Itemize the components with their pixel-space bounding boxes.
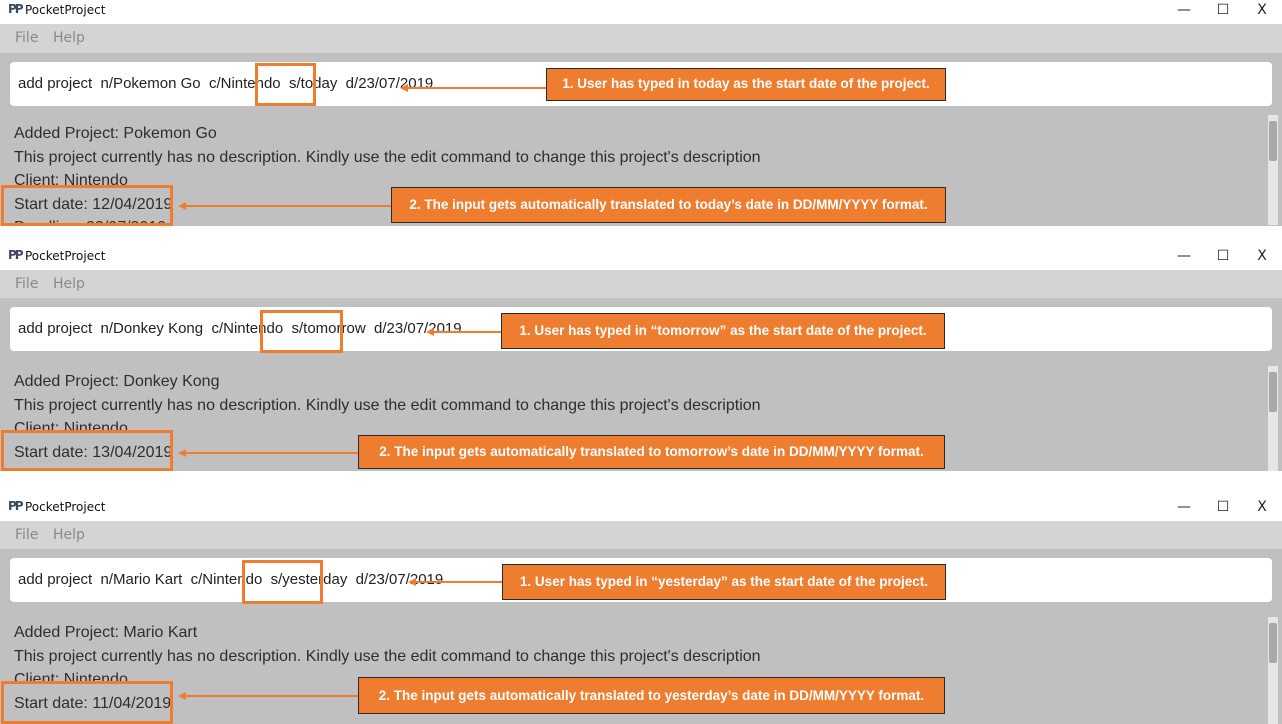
- menu-help[interactable]: Help: [53, 276, 85, 292]
- scrollbar-thumb[interactable]: [1269, 372, 1277, 412]
- command-input[interactable]: add project n/Mario Kart c/Nintendo s/ye…: [18, 571, 443, 588]
- menu-bar: File Help: [0, 270, 1282, 299]
- arrow-line: [184, 205, 391, 207]
- maximize-button[interactable]: ☐: [1203, 497, 1243, 519]
- title-bar: PP PocketProject — ☐ X: [0, 246, 1282, 270]
- menu-help[interactable]: Help: [53, 527, 85, 543]
- minimize-button[interactable]: —: [1164, 0, 1204, 22]
- arrow-line: [406, 87, 546, 89]
- result-scrollbar[interactable]: [1268, 366, 1278, 471]
- highlight-start-date: [1, 681, 173, 724]
- highlight-start-input: [255, 63, 316, 106]
- app-title: PocketProject: [25, 249, 106, 263]
- command-input[interactable]: add project n/Pokemon Go c/Nintendo s/to…: [18, 75, 433, 92]
- arrow-line: [414, 581, 502, 583]
- scrollbar-thumb[interactable]: [1269, 623, 1277, 663]
- callout-step-1: 1. User has typed in “tomorrow” as the s…: [501, 313, 945, 349]
- close-button[interactable]: X: [1242, 0, 1282, 22]
- maximize-button[interactable]: ☐: [1203, 246, 1243, 268]
- callout-step-2: 2. The input gets automatically translat…: [358, 677, 945, 714]
- app-window-2: PP PocketProject — ☐ X File Help add pro…: [0, 246, 1282, 471]
- highlight-start-date: [1, 185, 173, 226]
- result-line: Added Project: Mario Kart: [14, 624, 198, 641]
- result-scrollbar[interactable]: [1268, 115, 1278, 225]
- menu-file[interactable]: File: [15, 527, 38, 543]
- menu-file[interactable]: File: [15, 276, 38, 292]
- arrow-line: [184, 695, 358, 697]
- title-bar: PP PocketProject — ☐ X: [0, 497, 1282, 521]
- result-line: This project currently has no descriptio…: [14, 148, 761, 166]
- title-bar: PP PocketProject — ☐ X: [0, 0, 1282, 24]
- result-scrollbar[interactable]: [1268, 617, 1278, 724]
- highlight-start-input: [260, 310, 343, 353]
- app-logo-icon: PP: [8, 2, 24, 16]
- command-input[interactable]: add project n/Donkey Kong c/Nintendo s/t…: [18, 320, 462, 337]
- app-window-1: PP PocketProject — ☐ X File Help add pro…: [0, 0, 1282, 226]
- callout-step-1: 1. User has typed in “yesterday” as the …: [502, 564, 946, 600]
- app-logo-icon: PP: [8, 248, 24, 262]
- callout-step-2: 2. The input gets automatically translat…: [358, 435, 945, 469]
- result-line: Added Project: Donkey Kong: [14, 373, 220, 390]
- menu-file[interactable]: File: [15, 30, 38, 46]
- app-title: PocketProject: [25, 500, 106, 514]
- close-button[interactable]: X: [1242, 497, 1282, 519]
- result-line: This project currently has no descriptio…: [14, 647, 761, 665]
- arrow-line: [432, 331, 501, 333]
- minimize-button[interactable]: —: [1164, 497, 1204, 519]
- menu-help[interactable]: Help: [53, 30, 85, 46]
- callout-step-2: 2. The input gets automatically translat…: [391, 187, 946, 223]
- menu-bar: File Help: [0, 24, 1282, 53]
- result-line: This project currently has no descriptio…: [14, 396, 761, 414]
- app-window-3: PP PocketProject — ☐ X File Help add pro…: [0, 497, 1282, 724]
- highlight-start-date: [1, 430, 173, 471]
- result-line: Added Project: Pokemon Go: [14, 125, 217, 142]
- minimize-button[interactable]: —: [1164, 246, 1204, 268]
- close-button[interactable]: X: [1242, 246, 1282, 268]
- app-logo-icon: PP: [8, 499, 24, 513]
- app-title: PocketProject: [25, 3, 106, 17]
- highlight-start-input: [242, 560, 323, 604]
- scrollbar-thumb[interactable]: [1269, 121, 1277, 161]
- maximize-button[interactable]: ☐: [1203, 0, 1243, 22]
- arrow-line: [184, 452, 358, 454]
- menu-bar: File Help: [0, 521, 1282, 550]
- callout-step-1: 1. User has typed in today as the start …: [546, 68, 946, 101]
